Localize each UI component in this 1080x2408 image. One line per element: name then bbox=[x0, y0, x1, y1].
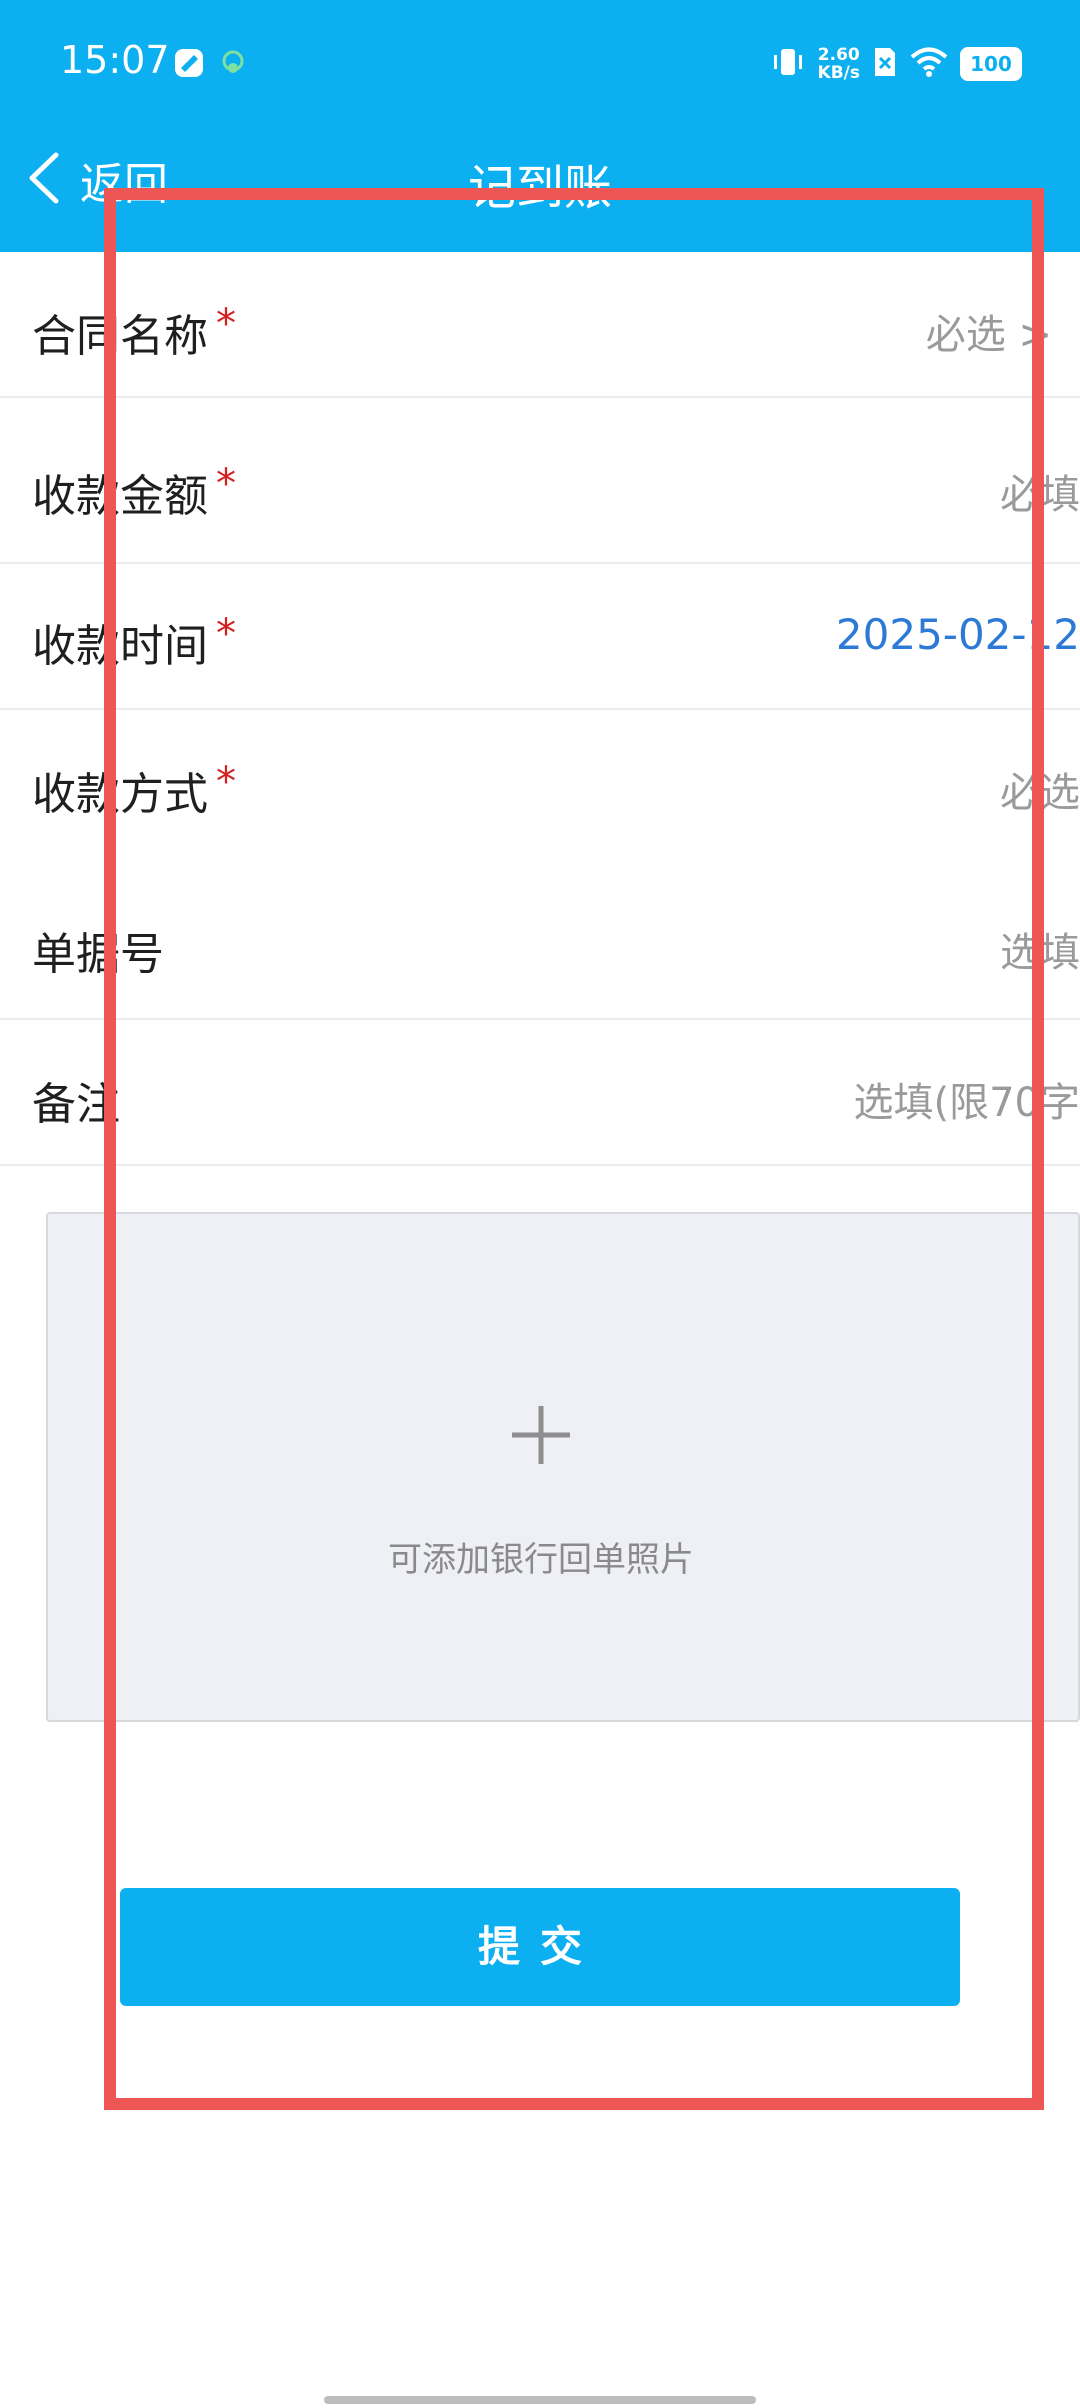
payment-method-row[interactable]: 收款方式 * 必选 单据号 选填 bbox=[0, 710, 1080, 1020]
remark-input[interactable]: 选填(限70字 bbox=[853, 1070, 1080, 1128]
required-mark: * bbox=[216, 759, 236, 805]
home-indicator[interactable] bbox=[324, 2396, 756, 2404]
upload-hint: 可添加银行回单照片 bbox=[388, 1540, 694, 1580]
status-indicators: 2.60 KB/s 100 bbox=[770, 40, 1022, 88]
app-notification-icon bbox=[174, 48, 204, 78]
contract-name-label: 合同名称 * bbox=[32, 300, 236, 364]
payment-method-label: 收款方式 * bbox=[32, 758, 236, 822]
payment-method-label-text: 收款方式 bbox=[32, 769, 208, 820]
contract-name-select[interactable]: 必选 > bbox=[926, 302, 1052, 360]
net-speed-value: 2.60 bbox=[817, 45, 860, 65]
battery-indicator: 100 bbox=[960, 47, 1022, 81]
plus-icon bbox=[510, 1404, 572, 1470]
network-speed: 2.60 KB/s bbox=[818, 46, 860, 82]
required-mark: * bbox=[216, 461, 236, 507]
app-header: 15:07 2.60 KB/s 100 返回 记到账 bbox=[0, 0, 1080, 252]
amount-label-text: 收款金额 bbox=[32, 471, 208, 522]
status-time: 15:07 bbox=[60, 38, 170, 82]
required-mark: * bbox=[216, 301, 236, 347]
receipt-time-label: 收款时间 * bbox=[32, 610, 236, 674]
wifi-icon bbox=[910, 46, 948, 82]
contract-name-row[interactable]: 合同名称 * 必选 > bbox=[0, 252, 1080, 398]
page-title: 记到账 bbox=[467, 160, 612, 216]
amount-input[interactable]: 必填 bbox=[1000, 462, 1080, 520]
receipt-number-label: 单据号 bbox=[32, 929, 164, 980]
submit-button[interactable]: 提交 bbox=[120, 1888, 960, 2006]
sim-off-icon bbox=[872, 46, 898, 82]
location-service-icon bbox=[218, 48, 248, 78]
upload-photo-area[interactable]: 可添加银行回单照片 bbox=[46, 1212, 1080, 1722]
receipt-time-picker[interactable]: 2025-02-12 bbox=[836, 610, 1080, 659]
remark-row[interactable]: 备注 选填(限70字 bbox=[0, 1020, 1080, 1166]
contract-name-label-text: 合同名称 bbox=[32, 311, 208, 362]
receipt-time-row[interactable]: 收款时间 * 2025-02-12 bbox=[0, 564, 1080, 710]
remark-label: 备注 bbox=[32, 1079, 120, 1130]
net-speed-unit: KB/s bbox=[817, 63, 860, 83]
amount-label: 收款金额 * bbox=[32, 460, 236, 524]
payment-method-select[interactable]: 必选 bbox=[1000, 760, 1080, 818]
receipt-time-label-text: 收款时间 bbox=[32, 621, 208, 672]
vibrate-icon bbox=[770, 44, 806, 84]
receipt-number-input[interactable]: 选填 bbox=[1000, 920, 1080, 978]
required-mark: * bbox=[216, 611, 236, 657]
amount-row[interactable]: 收款金额 * 必填 bbox=[0, 398, 1080, 564]
